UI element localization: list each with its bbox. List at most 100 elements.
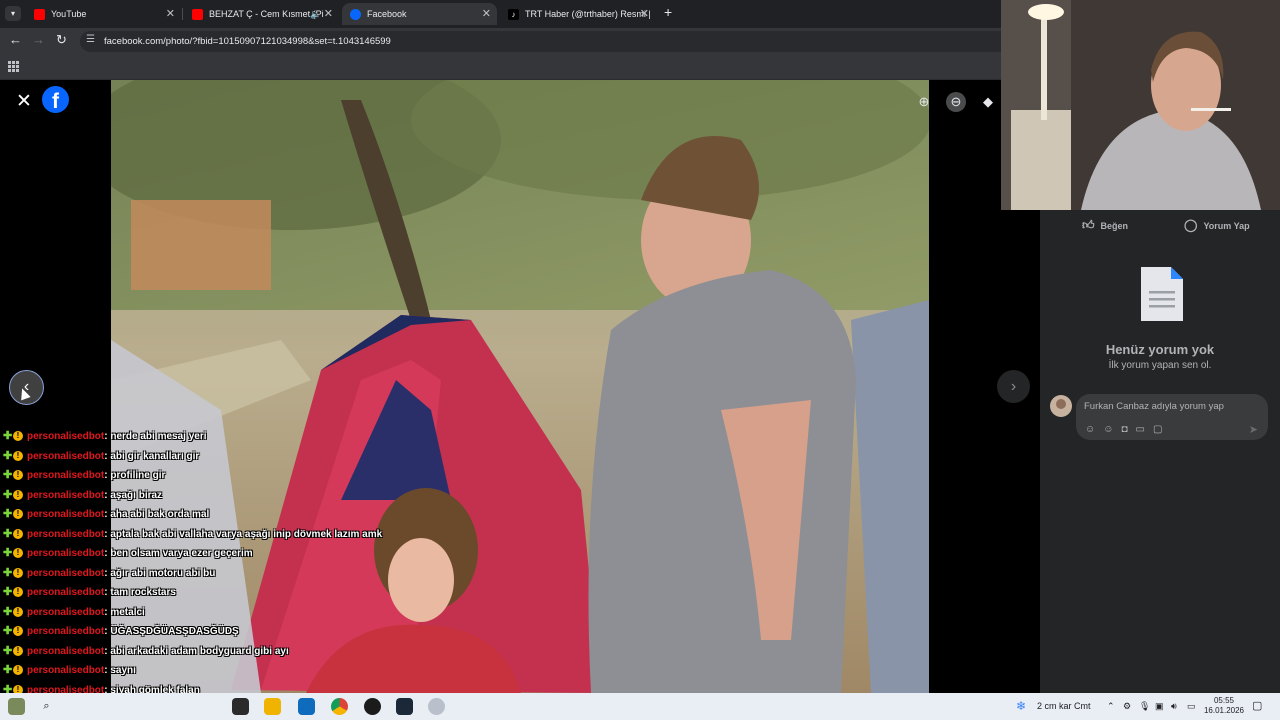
tab-behzat[interactable]: BEHZAT Ç - Cem Kısmet (Pi 🔈 ✕ [184, 3, 339, 25]
close-tab-icon[interactable]: ✕ [166, 3, 175, 25]
badge-icon: ✚ [3, 469, 13, 481]
close-tab-icon[interactable]: ✕ [640, 3, 649, 25]
comment-input[interactable]: Furkan Canbaz adıyla yorum yap ☺☺◘▭▢ ➤ [1076, 394, 1268, 440]
site-info-icon[interactable]: ☰ [86, 34, 95, 45]
camera-icon[interactable]: ◘ [1121, 424, 1135, 435]
bits-badge-icon: ! [13, 431, 23, 442]
volume-icon[interactable]: 🔊︎ [1171, 693, 1177, 720]
chat-text: : ÜĞASŞDĞÜASŞDASĞÜDŞ [104, 626, 239, 637]
tab-search-button[interactable]: ▾ [5, 6, 21, 21]
chat-username: personalisedbot [27, 528, 105, 540]
snowflake-icon: ❄ [1016, 699, 1027, 713]
chat-text: : profiline gir [104, 470, 166, 481]
chat-text: : ağır abi motoru abi bu [104, 567, 216, 579]
avatar-sticker-icon[interactable]: ☺ [1085, 424, 1103, 435]
widgets-icon[interactable] [8, 698, 25, 715]
steam-icon[interactable] [396, 698, 413, 715]
gif-icon[interactable]: ▭ [1135, 424, 1152, 435]
forward-icon[interactable]: → [32, 32, 45, 47]
chat-text: : nerde abi mesaj yeri [104, 431, 207, 442]
reload-icon[interactable]: ↻ [56, 32, 67, 48]
chat-username: personalisedbot [27, 509, 105, 520]
facebook-icon [350, 9, 361, 20]
tab-youtube[interactable]: YouTube ✕ [26, 3, 181, 25]
chat-text: : aşağı biraz [104, 489, 163, 501]
network-icon[interactable]: ▣ [1155, 693, 1164, 720]
tab-facebook[interactable]: Facebook ✕ [342, 3, 497, 25]
chat-message: ✚! personalisedbot: nerde abi mesaj yeri [3, 427, 207, 446]
close-tab-icon[interactable]: ✕ [324, 3, 333, 25]
bits-badge-icon: ! [13, 567, 23, 578]
microphone-icon[interactable]: 🎙︎ [1139, 693, 1150, 720]
facebook-logo[interactable]: f [42, 86, 69, 113]
battery-icon[interactable]: ▭ [1187, 693, 1196, 720]
bits-badge-icon: ! [13, 489, 23, 500]
badge-icon: ✚ [3, 586, 13, 598]
tray-icon-1[interactable]: ⚙ [1123, 693, 1131, 720]
chat-username: personalisedbot [27, 645, 105, 657]
search-icon[interactable]: ⌕ [38, 698, 55, 715]
badge-icon: ✚ [3, 644, 13, 657]
send-icon[interactable]: ➤ [1249, 423, 1258, 436]
tag-icon[interactable]: ◆ [978, 92, 998, 112]
chat-message: ✚! personalisedbot: ağır abi motoru abi b… [3, 564, 215, 583]
chat-message: ✚! personalisedbot: tam rockstars [3, 583, 176, 602]
bits-badge-icon: ! [13, 470, 23, 481]
back-icon[interactable]: ← [9, 32, 22, 47]
notification-icon[interactable]: ▢ [1252, 693, 1262, 720]
stream-chat-overlay: ✚! personalisedbot: nerde abi mesaj yeri ✚… [0, 408, 400, 720]
comment-tools: ☺☺◘▭▢ [1085, 424, 1170, 435]
bits-badge-icon: ! [13, 450, 23, 461]
document-icon [1141, 267, 1183, 321]
chevron-right-icon: › [1010, 378, 1017, 395]
badge-icon: ✚ [3, 566, 13, 579]
zoom-in-icon[interactable]: ⊕ [914, 92, 934, 112]
chat-username: personalisedbot [27, 606, 105, 618]
close-icon[interactable]: ✕ [16, 90, 32, 113]
speaker-icon[interactable]: 🔈 [310, 3, 321, 25]
chat-text: : tam rockstars [104, 587, 176, 598]
chat-username: personalisedbot [27, 431, 105, 442]
chat-text: : metalci [104, 606, 145, 618]
chat-username: personalisedbot [27, 548, 105, 559]
chat-text: : saynı [104, 665, 136, 676]
sticker-icon[interactable]: ▢ [1153, 424, 1170, 435]
chat-text: : abi gir kanalları gir [104, 450, 200, 462]
chrome-icon[interactable] [331, 698, 348, 715]
comment-button[interactable]: ◯ Yorum Yap [1184, 218, 1250, 232]
avatar[interactable] [1050, 395, 1072, 417]
weather-label[interactable]: 2 cm kar Cmt [1037, 693, 1091, 720]
chat-username: personalisedbot [27, 567, 105, 579]
next-photo-button[interactable]: › [997, 370, 1030, 403]
webcam-overlay [1001, 0, 1280, 210]
task-view-icon[interactable] [232, 698, 249, 715]
tab-trt[interactable]: ♪ TRT Haber (@trthaber) Resmi | ✕ [500, 3, 655, 25]
address-bar[interactable]: ☰ facebook.com/photo/?fbid=1015090712103… [80, 31, 1001, 52]
tab-strip: ▾ YouTube ✕ BEHZAT Ç - Cem Kısmet (Pi 🔈 … [0, 0, 1001, 28]
chat-message: ✚! personalisedbot: ben olsam varya ezer … [3, 544, 253, 563]
apps-grid-icon[interactable] [8, 61, 19, 72]
file-explorer-icon[interactable] [264, 698, 281, 715]
chat-username: personalisedbot [27, 470, 105, 481]
clock[interactable]: 05:55 16.01.2026 [1200, 696, 1248, 716]
emoji-icon[interactable]: ☺ [1103, 424, 1121, 435]
chat-message: ✚! personalisedbot: abi gir kanalları gir [3, 447, 199, 466]
bookmarks-bar [0, 55, 1001, 80]
empty-comments-subtitle: İlk yorum yapan sen ol. [1108, 360, 1212, 371]
app-icon[interactable] [428, 698, 445, 715]
youtube-icon [34, 9, 45, 20]
outlook-icon[interactable] [298, 698, 315, 715]
close-tab-icon[interactable]: ✕ [482, 3, 491, 25]
tray-chevron-icon[interactable]: ⌃ [1107, 693, 1115, 720]
chat-username: personalisedbot [27, 450, 105, 462]
bits-badge-icon: ! [13, 528, 23, 539]
new-tab-button[interactable]: + [664, 4, 672, 20]
chat-text: : aptala bak abi vallaha varya aşağı ini… [104, 528, 383, 540]
chat-message: ✚! personalisedbot: aha abi bak orda mal [3, 505, 209, 524]
taskbar: ⌕ ❄ 2 cm kar Cmt ⌃ ⚙ 🎙︎ ▣ 🔊︎ ▭ 05:55 16.… [0, 693, 1280, 720]
zoom-out-icon[interactable]: ⊖ [946, 92, 966, 112]
like-button[interactable]: 👍︎ Beğen [1082, 218, 1128, 233]
chat-username: personalisedbot [27, 489, 105, 501]
badge-icon: ✚ [3, 527, 13, 540]
obs-icon[interactable] [364, 698, 381, 715]
